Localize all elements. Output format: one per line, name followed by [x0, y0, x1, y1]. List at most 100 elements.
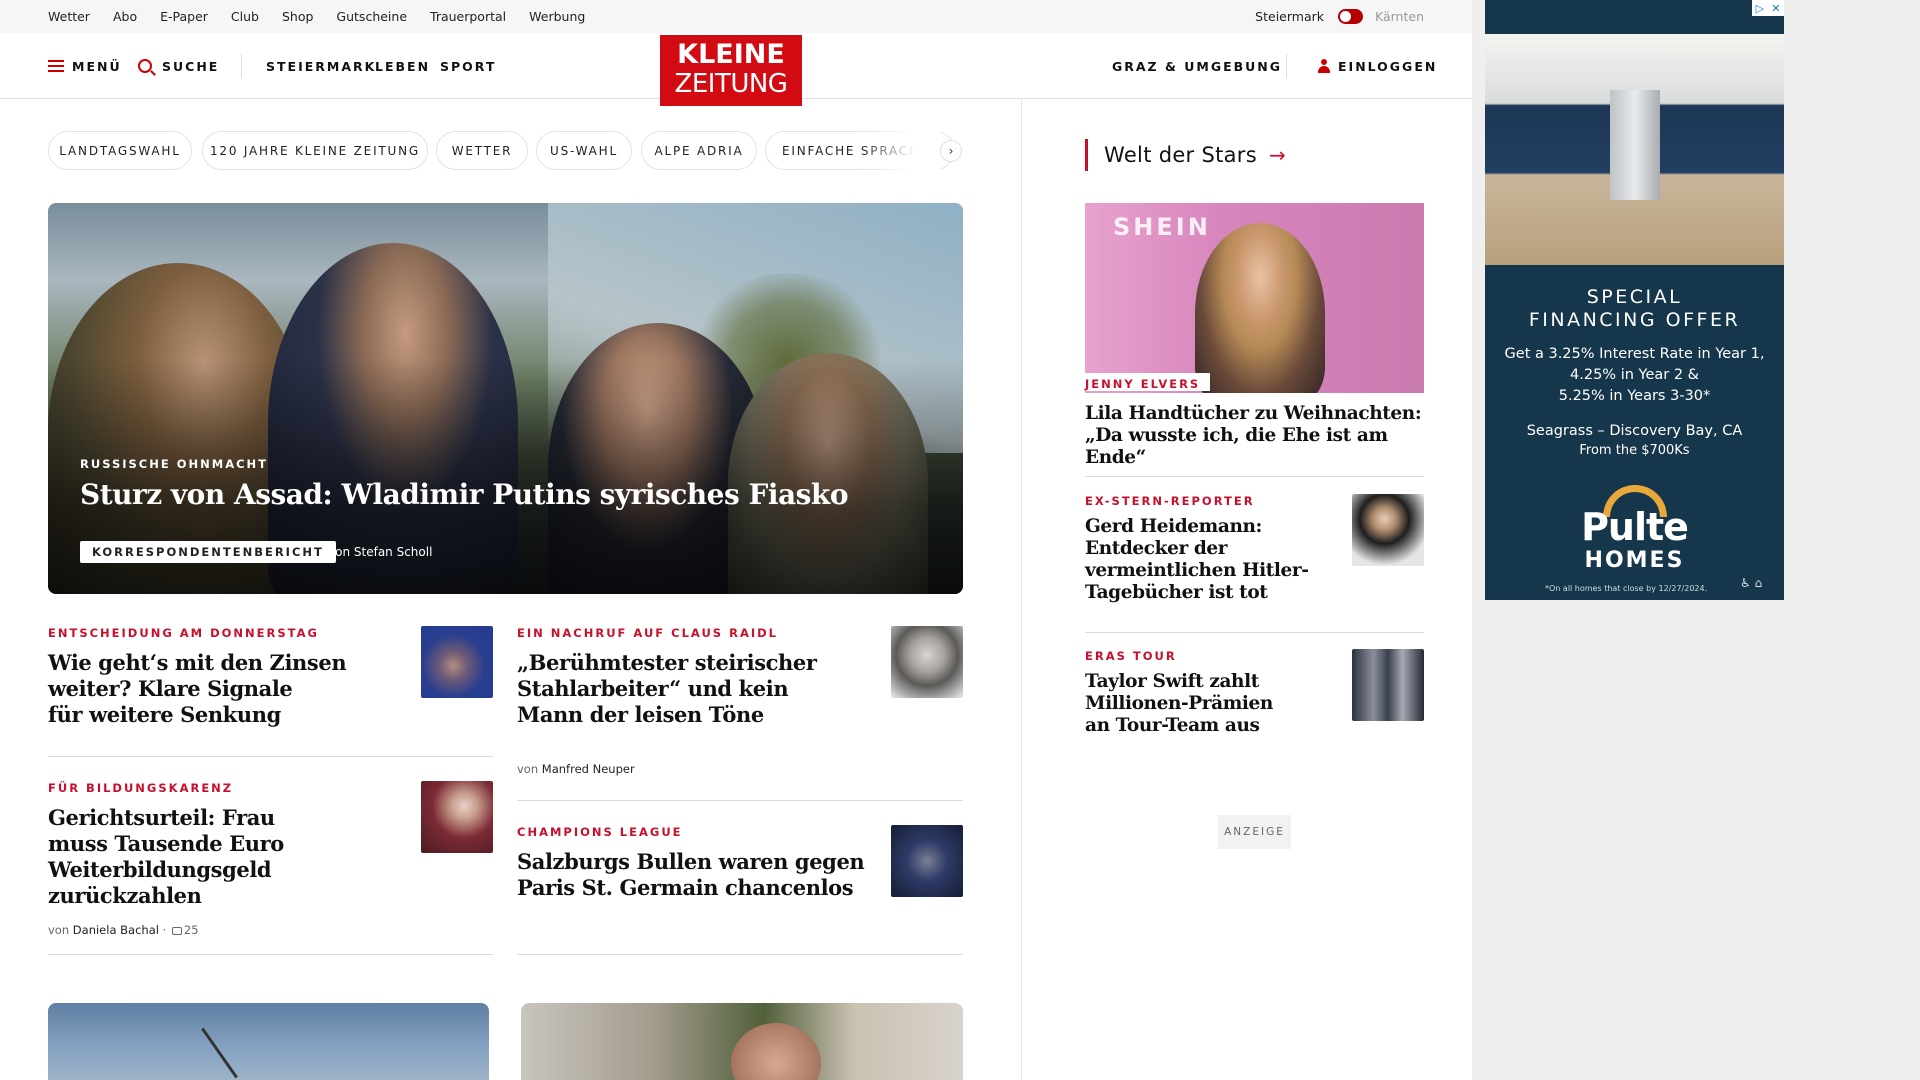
hero-author[interactable]: Stefan Scholl [354, 545, 433, 559]
ad-choices-icon: ▷ [1755, 1, 1765, 15]
menu-label: MENÜ [72, 58, 122, 74]
section-title-welt-der-stars[interactable]: Welt der Stars → [1085, 139, 1286, 171]
search-label: SUCHE [162, 58, 220, 74]
hero-kicker: RUSSISCHE OHNMACHT [80, 457, 269, 471]
chevron-right-icon: › [948, 144, 954, 158]
teaser-headline[interactable]: Gerd Heidemann: Entdecker der vermeintli… [1085, 516, 1335, 604]
teaser-author[interactable]: Manfred Neuper [542, 762, 635, 776]
ad-headline-line: SPECIAL [1586, 286, 1683, 308]
stars-feature-headline[interactable]: Lila Handtücher zu Weihnachten: „Da wuss… [1085, 403, 1424, 469]
hamburger-icon [48, 60, 64, 72]
site: Wetter Abo E-Paper Club Shop Gutscheine … [0, 0, 1472, 1080]
image-detail [1195, 223, 1325, 393]
teaser-taylor-swift[interactable]: ERAS TOUR Taylor Swift zahlt Millionen-P… [1085, 649, 1335, 737]
chip-landtagswahl[interactable]: LANDTAGSWAHL [48, 131, 192, 170]
teaser-raidl-thumbnail[interactable] [891, 626, 963, 698]
teaser-heidemann[interactable]: EX-STERN-REPORTER Gerd Heidemann: Entdec… [1085, 494, 1335, 604]
divider [48, 756, 493, 757]
image-detail [731, 1023, 821, 1080]
teaser-byline: von Manfred Neuper [517, 762, 963, 776]
chip-alpe-adria[interactable]: ALPE ADRIA [641, 131, 757, 170]
divider [1085, 632, 1424, 633]
chips-next-button[interactable]: › [940, 140, 962, 162]
ad-banner[interactable]: ▷ ✕ SPECIAL FINANCING OFFER Get a 3.25% … [1485, 0, 1784, 600]
nav-leben[interactable]: LEBEN [375, 33, 430, 99]
ad-fineprint: *On all homes that close by 12/27/2024. [1545, 584, 1708, 593]
teaser-headline[interactable]: Taylor Swift zahlt Millionen-Prämien an … [1085, 671, 1335, 737]
ad-body: Get a 3.25% Interest Rate in Year 1, 4.2… [1485, 344, 1784, 407]
stars-feature-image[interactable]: SHEIN [1085, 203, 1424, 393]
hero-teaser[interactable]: RUSSISCHE OHNMACHT Sturz von Assad: Wlad… [48, 203, 963, 594]
ad-choices[interactable]: ▷ ✕ [1752, 0, 1784, 16]
comment-count[interactable]: 25 [184, 923, 199, 937]
divider [517, 954, 963, 955]
ad-close-icon[interactable]: ✕ [1771, 2, 1780, 15]
nav-steiermark[interactable]: STEIERMARK [266, 33, 376, 99]
utility-links: Wetter Abo E-Paper Club Shop Gutscheine … [48, 0, 608, 33]
headline-line: Entdecker der [1085, 538, 1228, 559]
utility-link-epaper[interactable]: E-Paper [160, 9, 208, 24]
utility-link-wetter[interactable]: Wetter [48, 9, 90, 24]
ad-headline: SPECIAL FINANCING OFFER [1485, 286, 1784, 332]
teaser-image-lower-left[interactable] [48, 1003, 489, 1080]
ad-body-line: 5.25% in Years 3-30* [1558, 388, 1711, 404]
teaser-image-lower-right[interactable] [521, 1003, 963, 1080]
ad-brand-name: Pulte [1581, 505, 1689, 549]
region-switch: Steiermark Kärnten [1255, 0, 1424, 33]
login-button[interactable]: EINLOGGEN [1318, 33, 1437, 99]
ad-price: From the $700Ks [1579, 443, 1690, 458]
column-divider [1021, 99, 1022, 1080]
kleine-zeitung-logo[interactable]: KLEINE ZEITUNG [660, 35, 802, 106]
utility-link-shop[interactable]: Shop [282, 9, 313, 24]
nav-graz-umgebung[interactable]: GRAZ & UMGEBUNG [1112, 33, 1282, 99]
stars-feature-kicker-wrap: JENNY ELVERS [1085, 373, 1211, 391]
teaser-zinsen-thumbnail[interactable] [421, 626, 493, 698]
teaser-taylor-swift-thumbnail[interactable] [1352, 649, 1424, 721]
teaser-kicker: EX-STERN-REPORTER [1085, 494, 1255, 508]
utility-bar: Wetter Abo E-Paper Club Shop Gutscheine … [0, 0, 1472, 33]
menu-button[interactable]: MENÜ [48, 33, 122, 99]
teaser-author[interactable]: Daniela Bachal [73, 923, 159, 937]
region-toggle[interactable] [1338, 9, 1363, 24]
teaser-kicker: ERAS TOUR [1085, 649, 1177, 663]
utility-link-club[interactable]: Club [231, 9, 259, 24]
ad-topbar [1485, 0, 1784, 34]
utility-link-gutscheine[interactable]: Gutscheine [336, 9, 407, 24]
teaser-heidemann-thumbnail[interactable] [1352, 494, 1424, 566]
nav-sport[interactable]: SPORT [440, 33, 496, 99]
ad-location: Seagrass – Discovery Bay, CA [1526, 423, 1743, 439]
region-kaernten[interactable]: Kärnten [1375, 9, 1424, 24]
headline-line: Gerd Heidemann: [1085, 516, 1262, 537]
headline-line: an Tour-Team aus [1085, 715, 1260, 736]
byline-prefix: von [517, 762, 539, 776]
chip-us-wahl[interactable]: US-WAHL [536, 131, 632, 170]
teaser-champions-league-thumbnail[interactable] [891, 825, 963, 897]
utility-link-trauerportal[interactable]: Trauerportal [430, 9, 506, 24]
comment-icon [171, 927, 182, 935]
divider [1085, 476, 1424, 477]
headline-line: Tagebücher ist tot [1085, 582, 1268, 603]
headline-line: für weitere Senkung [48, 702, 281, 727]
hero-title[interactable]: Sturz von Assad: Wladimir Putins syrisch… [80, 478, 849, 511]
ad-headline-line: FINANCING OFFER [1528, 309, 1741, 331]
ad-body-line: Get a 3.25% Interest Rate in Year 1, [1504, 346, 1765, 362]
hero-byline: von Stefan Scholl [328, 541, 432, 563]
ad-image-fridge [1610, 90, 1660, 200]
chip-wetter[interactable]: WETTER [436, 131, 528, 170]
hero-gradient [48, 203, 963, 594]
ad-brand-sub: HOMES [1584, 548, 1685, 573]
headline-line: Millionen-Prämien [1085, 693, 1273, 714]
headline-line: Weiterbildungsgeld [48, 857, 272, 882]
teaser-bildungskarenz-thumbnail[interactable] [421, 781, 493, 853]
section-title-label: Welt der Stars [1104, 143, 1257, 167]
login-label: EINLOGGEN [1338, 58, 1438, 74]
utility-link-abo[interactable]: Abo [113, 9, 137, 24]
chips-fade [860, 131, 940, 171]
utility-link-werbung[interactable]: Werbung [529, 9, 585, 24]
user-icon [1318, 59, 1330, 73]
headline-line: vermeintlichen Hitler- [1085, 560, 1309, 581]
chip-120-jahre[interactable]: 120 JAHRE KLEINE ZEITUNG [202, 131, 428, 170]
hero-badge: KORRESPONDENTENBERICHT [80, 541, 336, 563]
region-steiermark[interactable]: Steiermark [1255, 9, 1324, 24]
search-button[interactable]: SUCHE [138, 33, 219, 99]
